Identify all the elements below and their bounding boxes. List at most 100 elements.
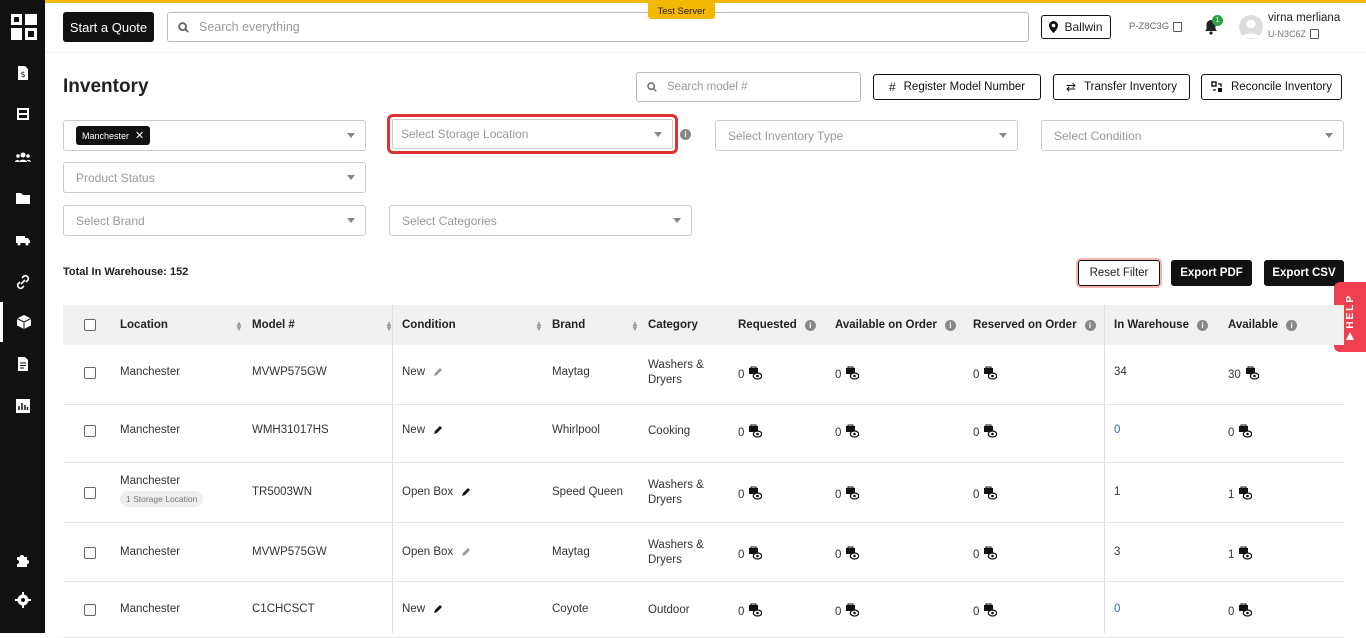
sidebar-item-quotes[interactable]: $	[0, 53, 45, 93]
info-icon[interactable]: i	[804, 319, 816, 331]
column-header-available-on-order[interactable]: Available on Order i	[835, 305, 956, 345]
row-checkbox[interactable]	[84, 367, 96, 379]
app-logo-icon[interactable]	[11, 14, 37, 40]
reset-filter-button[interactable]: Reset Filter	[1078, 260, 1160, 286]
test-server-badge: Test Server	[648, 3, 715, 19]
view-stock-icon[interactable]	[841, 366, 860, 383]
sidebar-item-files[interactable]	[0, 178, 45, 218]
in-warehouse-cell[interactable]: 34	[1114, 366, 1127, 378]
view-stock-icon[interactable]	[744, 603, 763, 620]
view-stock-icon[interactable]	[1234, 424, 1253, 441]
transfer-inventory-button[interactable]: ⇄ Transfer Inventory	[1053, 74, 1190, 100]
column-header-available[interactable]: Available i	[1228, 305, 1298, 345]
in-warehouse-cell[interactable]: 0	[1114, 424, 1120, 436]
view-stock-icon[interactable]	[1234, 546, 1253, 563]
condition-select[interactable]: Select Condition	[1041, 120, 1344, 151]
view-stock-icon[interactable]	[1241, 366, 1260, 383]
copy-icon[interactable]	[1173, 21, 1183, 32]
reserved-on-order-cell: 0	[973, 603, 998, 620]
sidebar-item-reports[interactable]	[0, 386, 45, 426]
global-search-input[interactable]: Search everything	[167, 12, 1029, 42]
in-warehouse-cell[interactable]: 1	[1114, 486, 1120, 498]
avatar[interactable]	[1239, 15, 1263, 39]
view-stock-icon[interactable]	[841, 603, 860, 620]
register-model-number-button[interactable]: # Register Model Number	[873, 74, 1041, 100]
sidebar-item-links[interactable]	[0, 262, 45, 302]
view-stock-icon[interactable]	[841, 424, 860, 441]
column-header-model[interactable]: Model #	[252, 305, 295, 345]
info-icon[interactable]: i	[1084, 319, 1096, 331]
column-header-requested[interactable]: Requested i	[738, 305, 816, 345]
storage-location-select[interactable]: Select Storage Location	[387, 114, 678, 154]
sort-icon[interactable]: ▲ ▼	[535, 320, 543, 333]
info-icon[interactable]: i	[680, 129, 691, 140]
sort-icon[interactable]: ▲ ▼	[235, 320, 243, 333]
sidebar-item-inventory[interactable]	[0, 302, 45, 342]
column-header-reserved-on-order[interactable]: Reserved on Order i	[973, 305, 1096, 345]
view-stock-icon[interactable]	[744, 424, 763, 441]
sidebar-item-store[interactable]	[0, 94, 45, 134]
product-status-select[interactable]: Product Status	[63, 162, 366, 193]
categories-select[interactable]: Select Categories	[389, 205, 692, 236]
view-stock-icon[interactable]	[841, 546, 860, 563]
view-stock-icon[interactable]	[979, 546, 998, 563]
brand-select[interactable]: Select Brand	[63, 205, 366, 236]
view-stock-icon[interactable]	[744, 486, 763, 503]
sort-icon[interactable]: ▲ ▼	[631, 320, 639, 333]
column-header-location[interactable]: Location	[120, 305, 168, 345]
location-filter-select[interactable]: Manchester ✕	[63, 120, 366, 151]
in-warehouse-cell[interactable]: 0	[1114, 603, 1120, 615]
view-stock-icon[interactable]	[1234, 603, 1253, 620]
condition-text: New	[402, 366, 426, 378]
select-all-checkbox[interactable]	[84, 319, 96, 331]
reconcile-inventory-button[interactable]: Reconcile Inventory	[1201, 74, 1342, 100]
view-stock-icon[interactable]	[979, 424, 998, 441]
location-chip[interactable]: Manchester ✕	[76, 126, 151, 145]
row-checkbox[interactable]	[84, 425, 96, 437]
sidebar-item-documents[interactable]	[0, 344, 45, 384]
user-name[interactable]: virna merliana	[1268, 12, 1340, 24]
pencil-edit-icon[interactable]	[433, 604, 443, 614]
sidebar-item-delivery[interactable]	[0, 220, 45, 260]
view-stock-icon[interactable]	[979, 366, 998, 383]
available-on-order-cell: 0	[835, 546, 860, 563]
company-code-text: P-Z8C3G	[1129, 21, 1170, 32]
sidebar-item-settings[interactable]	[0, 580, 45, 620]
copy-icon[interactable]	[1310, 29, 1320, 39]
info-icon[interactable]: i	[1286, 319, 1298, 331]
view-stock-icon[interactable]	[1234, 486, 1253, 503]
export-csv-button[interactable]: Export CSV	[1264, 260, 1344, 286]
column-header-in-warehouse[interactable]: In Warehouse i	[1114, 305, 1208, 345]
requested-cell: 0	[738, 546, 763, 563]
column-header-brand[interactable]: Brand	[552, 305, 585, 345]
view-stock-icon[interactable]	[744, 366, 763, 383]
pencil-edit-icon[interactable]	[433, 425, 443, 435]
reserved-on-order-label: Reserved on Order	[973, 319, 1077, 331]
storage-location-badge[interactable]: 1 Storage Location	[120, 491, 204, 507]
location-button[interactable]: Ballwin	[1041, 15, 1111, 39]
info-icon[interactable]: i	[944, 319, 956, 331]
pencil-edit-icon[interactable]	[461, 547, 471, 557]
row-checkbox[interactable]	[84, 604, 96, 616]
pencil-edit-icon[interactable]	[433, 367, 443, 377]
condition-text: Open Box	[402, 486, 454, 498]
requested-cell: 0	[738, 424, 763, 441]
sidebar-item-customers[interactable]	[0, 137, 45, 177]
row-checkbox[interactable]	[84, 547, 96, 559]
close-icon[interactable]: ✕	[135, 129, 144, 142]
in-warehouse-cell[interactable]: 3	[1114, 546, 1120, 558]
export-pdf-button[interactable]: Export PDF	[1171, 260, 1252, 286]
row-checkbox[interactable]	[84, 487, 96, 499]
view-stock-icon[interactable]	[979, 603, 998, 620]
pencil-edit-icon[interactable]	[461, 487, 471, 497]
column-header-category[interactable]: Category	[648, 305, 698, 345]
info-icon[interactable]: i	[1196, 319, 1208, 331]
view-stock-icon[interactable]	[744, 546, 763, 563]
model-search-input[interactable]: Search model #	[636, 72, 861, 102]
inventory-type-select[interactable]: Select Inventory Type	[715, 120, 1018, 151]
start-quote-button[interactable]: Start a Quote	[63, 12, 154, 42]
view-stock-icon[interactable]	[979, 486, 998, 503]
column-header-condition[interactable]: Condition	[402, 305, 456, 345]
view-stock-icon[interactable]	[841, 486, 860, 503]
sidebar-item-integrations[interactable]	[0, 540, 45, 580]
